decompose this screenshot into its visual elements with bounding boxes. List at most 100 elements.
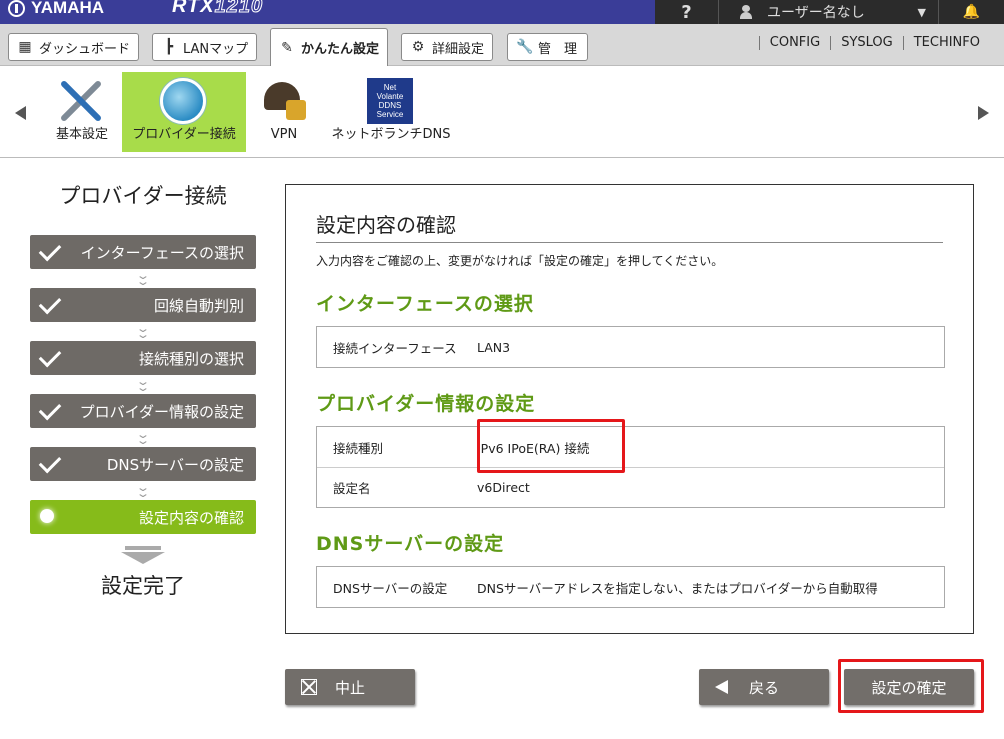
page-title: 設定内容の確認 <box>316 213 456 237</box>
section-heading: DNSサーバーの設定 <box>316 533 505 555</box>
model-name: RTX1210 <box>172 0 263 18</box>
lanmap-icon: ┣ <box>164 39 174 55</box>
row-key: 設定名 <box>333 481 371 496</box>
close-icon <box>301 679 317 695</box>
category-provider-connection[interactable]: プロバイダー接続 <box>122 72 246 152</box>
category-label: VPN <box>270 127 298 142</box>
model-number: 1210 <box>214 0 264 18</box>
scroll-right-arrow-icon[interactable] <box>978 106 989 120</box>
cancel-button[interactable]: 中止 <box>285 669 415 705</box>
category-vpn[interactable]: VPN <box>250 72 318 152</box>
chevron-down-icon: ⌄ ⌄ <box>135 375 151 394</box>
tab-dashboard[interactable]: ▦ ダッシュボード <box>8 33 140 61</box>
chevron-down-icon: ⌄ ⌄ <box>135 322 151 341</box>
checkmark-icon <box>38 450 62 474</box>
confirmation-panel: 設定内容の確認 入力内容をご確認の上、変更がなければ「設定の確定」を押してくださ… <box>285 184 974 634</box>
category-bar: 基本設定 プロバイダー接続 VPN Net Volante DDNS Servi… <box>0 66 1004 158</box>
step-label: プロバイダー情報の設定 <box>79 402 244 421</box>
step-label: インターフェースの選択 <box>80 243 244 262</box>
tab-label: ダッシュボード <box>39 41 131 57</box>
section-heading: インターフェースの選択 <box>316 293 534 315</box>
tab-label: かんたん設定 <box>301 42 380 57</box>
chevron-down-icon: ▼ <box>917 5 926 19</box>
user-name: ユーザー名なし <box>767 5 865 21</box>
tab-label: 詳細設定 <box>432 41 485 57</box>
bell-icon: 🔔 <box>962 4 981 20</box>
wizard-icon: ✎ <box>281 39 293 56</box>
table-row: 接続種別 IPv6 IPoE(RA) 接続 <box>317 427 944 467</box>
link-techinfo[interactable]: TECHINFO <box>902 36 990 50</box>
chevron-down-icon: ⌄ ⌄ <box>135 269 151 288</box>
wizard-step-done[interactable]: 回線自動判別 <box>30 288 256 322</box>
checkmark-icon <box>38 291 62 315</box>
table-row: DNSサーバーの設定 DNSサーバーアドレスを指定しない、またはプロバイダーから… <box>317 567 944 607</box>
tab-easy-setup[interactable]: ✎ かんたん設定 <box>270 28 389 66</box>
category-basic-settings[interactable]: 基本設定 <box>44 72 120 152</box>
step-label: 設定内容の確認 <box>138 508 244 527</box>
category-netvolante-dns[interactable]: Net Volante DDNS Service ネットボランチDNS <box>326 72 456 152</box>
model-prefix: RTX <box>172 0 215 17</box>
yamaha-logo: YAMAHA <box>8 0 104 20</box>
row-key: 接続種別 <box>333 440 384 456</box>
checkmark-icon <box>38 238 62 262</box>
summary-table: 接続種別 IPv6 IPoE(RA) 接続 設定名 v6Direct <box>316 426 945 508</box>
wizard-title: プロバイダー接続 <box>59 184 227 208</box>
button-label: 中止 <box>334 678 365 697</box>
main-nav: ▦ ダッシュボード ┣ LANマップ ✎ かんたん設定 ⚙ 詳細設定 🔧 管 理… <box>0 24 1004 66</box>
wizard-final-step: 設定完了 <box>101 574 185 598</box>
row-key: DNSサーバーの設定 <box>333 580 448 596</box>
globe-icon <box>160 78 208 126</box>
header-links: CONFIG SYSLOG TECHINFO <box>758 36 990 50</box>
link-config[interactable]: CONFIG <box>758 36 830 50</box>
scroll-left-arrow-icon[interactable] <box>15 106 26 120</box>
ddns-badge-line: Net <box>383 83 397 92</box>
section-heading: プロバイダー情報の設定 <box>316 393 536 415</box>
help-icon: ? <box>681 1 692 23</box>
ddns-badge-line: Volante <box>376 92 404 101</box>
highlight-box <box>838 659 984 713</box>
top-right-controls: ? ユーザー名なし ▼ 🔔 <box>655 0 1004 24</box>
checkmark-icon <box>38 397 62 421</box>
tab-label: LANマップ <box>183 41 249 57</box>
arrow-down-icon <box>121 546 165 564</box>
wrench-icon: 🔧 <box>516 39 534 55</box>
step-label: 回線自動判別 <box>153 296 244 315</box>
tab-advanced-settings[interactable]: ⚙ 詳細設定 <box>401 33 494 61</box>
dashboard-icon: ▦ <box>18 39 32 55</box>
wizard-step-done[interactable]: インターフェースの選択 <box>30 235 256 269</box>
table-row: 接続インターフェース LAN3 <box>317 327 944 367</box>
tab-management[interactable]: 🔧 管 理 <box>507 33 588 61</box>
row-value: v6Direct <box>477 480 530 495</box>
tools-icon <box>58 78 106 126</box>
step-label: DNSサーバーの設定 <box>106 455 244 474</box>
user-menu[interactable]: ユーザー名なし ▼ <box>719 0 939 24</box>
notification-button[interactable]: 🔔 <box>939 0 1004 24</box>
ddns-badge-line: DDNS <box>378 101 402 110</box>
arrow-left-icon <box>715 680 728 694</box>
wizard-step-current: 設定内容の確認 <box>30 500 256 534</box>
table-row: 設定名 v6Direct <box>317 467 944 507</box>
row-value: DNSサーバーアドレスを指定しない、またはプロバイダーから自動取得 <box>477 580 878 596</box>
step-label: 接続種別の選択 <box>138 349 244 368</box>
tab-lan-map[interactable]: ┣ LANマップ <box>152 33 258 61</box>
chevron-down-icon: ⌄ ⌄ <box>135 428 151 447</box>
checkmark-icon <box>38 344 62 368</box>
row-value: LAN3 <box>477 339 511 355</box>
wizard-step-done[interactable]: 接続種別の選択 <box>30 341 256 375</box>
current-step-icon <box>40 509 54 523</box>
wizard-step-done[interactable]: プロバイダー情報の設定 <box>30 394 256 428</box>
chevron-down-icon: ⌄ ⌄ <box>135 481 151 500</box>
button-label: 戻る <box>748 678 779 697</box>
title-divider <box>316 242 943 243</box>
back-button[interactable]: 戻る <box>699 669 829 705</box>
link-syslog[interactable]: SYSLOG <box>830 36 903 50</box>
page-description: 入力内容をご確認の上、変更がなければ「設定の確定」を押してください。 <box>316 254 724 268</box>
brand-name: YAMAHA <box>31 0 105 17</box>
vpn-lock-icon <box>260 78 308 126</box>
ddns-badge-line: Service <box>376 110 404 119</box>
ddns-icon: Net Volante DDNS Service <box>367 78 415 126</box>
wizard-step-done[interactable]: DNSサーバーの設定 <box>30 447 256 481</box>
help-button[interactable]: ? <box>655 0 719 24</box>
gear-icon: ⚙ <box>411 39 425 55</box>
row-key: 接続インターフェース <box>333 340 457 356</box>
